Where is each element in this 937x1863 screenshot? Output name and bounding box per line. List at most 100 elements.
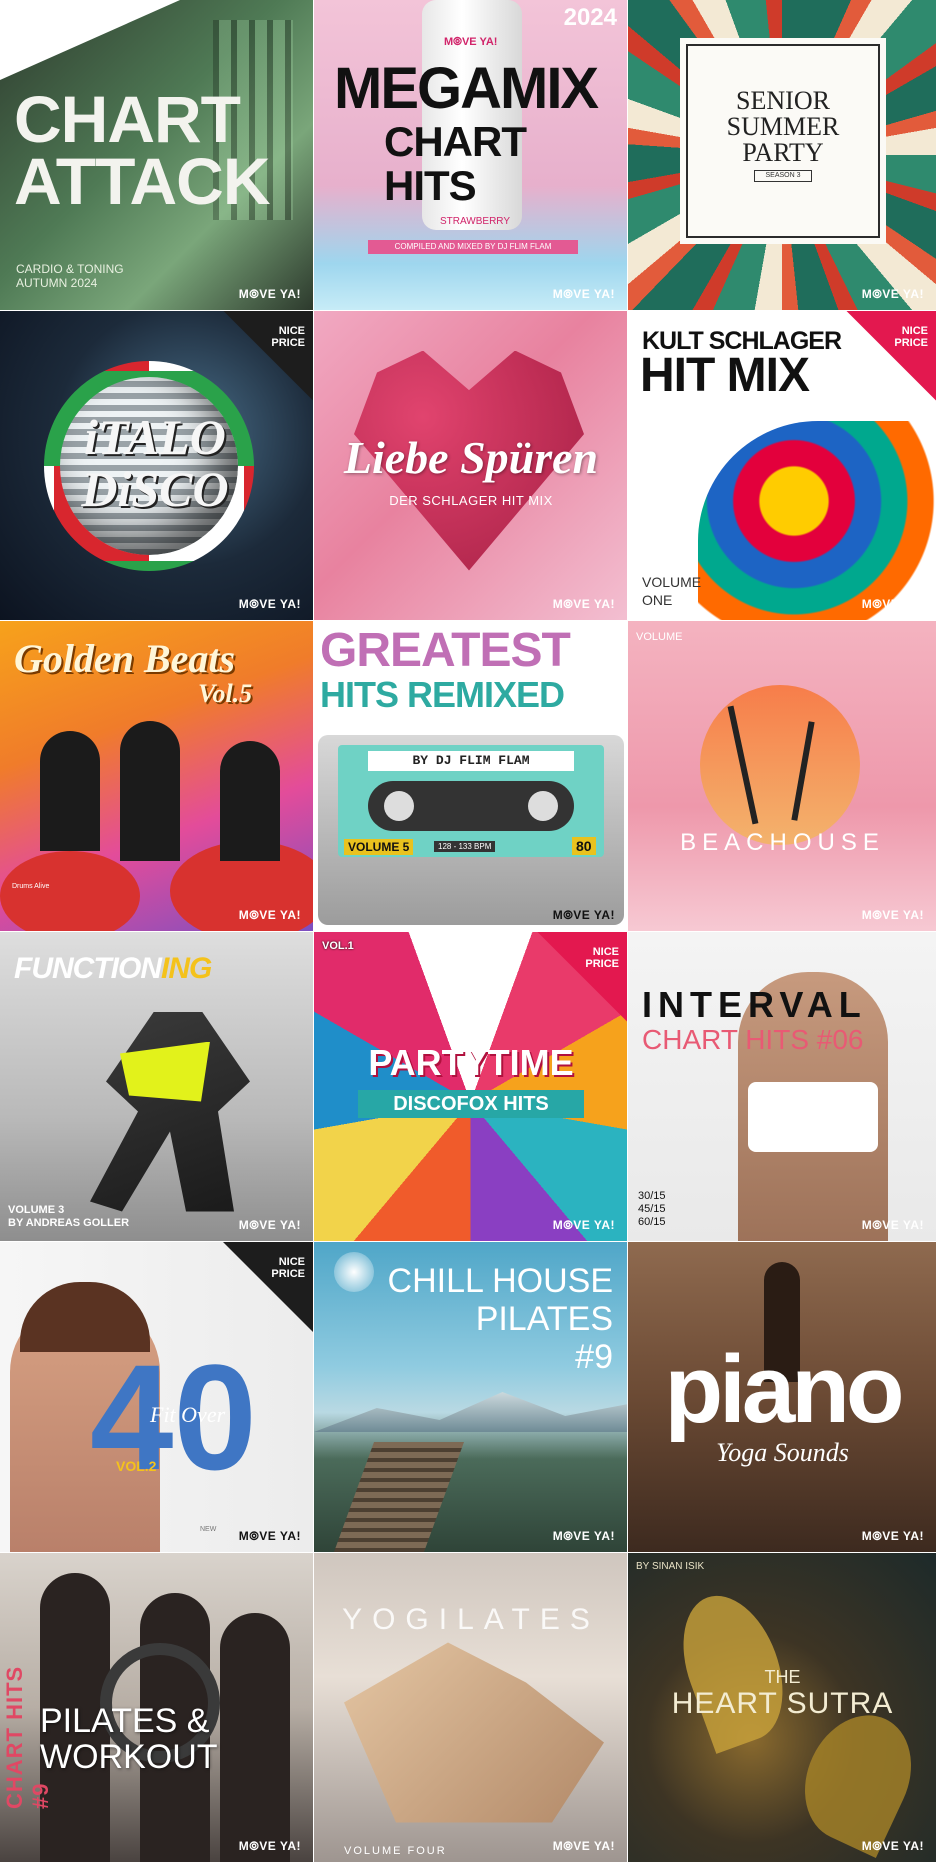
album-subtitle: Yoga Sounds — [716, 1438, 849, 1467]
album-piano-yoga-sounds[interactable]: piano Yoga Sounds M⦾VE YA! — [628, 1242, 937, 1553]
volume-label: VOL.2 — [116, 1458, 157, 1474]
label-logo: M⦾VE YA! — [552, 1528, 615, 1543]
album-golden-beats[interactable]: Golden Beats Vol.5 Drums Alive M⦾VE YA! — [0, 621, 314, 932]
album-greatest-hits-remixed[interactable]: GREATEST HITS REMIXED BY DJ FLIM FLAM VO… — [314, 621, 628, 932]
label-logo: M⦾VE YA! — [238, 1218, 301, 1232]
album-title: BEACHOUSE — [680, 829, 885, 856]
title-line-3: #9 — [575, 1338, 613, 1376]
album-yogilates[interactable]: YOGILATES VOLUME FOUR M⦾VE YA! — [314, 1552, 628, 1863]
title-line-1: INTERVAL — [642, 983, 867, 1025]
volume-line-2: ONE — [642, 591, 673, 608]
person-2 — [120, 721, 180, 861]
title-line-2: HITS REMIXED — [320, 674, 565, 715]
label-logo: M⦾VE YA! — [552, 1218, 615, 1232]
volume-label: VOLUME FOUR — [344, 1844, 447, 1857]
album-pilates-workout[interactable]: CHART HITS #9 PILATES & WORKOUT M⦾VE YA! — [0, 1552, 314, 1863]
album-megamix-chart-hits[interactable]: M⦾VE YA! 2024 MEGAMIX CHART HITS STRAWBE… — [314, 0, 628, 311]
the-label: The — [457, 1019, 485, 1040]
album-functioning[interactable]: FUNCTIONING VOLUME 3 BY ANDREAS GOLLER M… — [0, 931, 314, 1242]
brand-small: NEW — [200, 1526, 217, 1533]
label-logo: M⦾VE YA! — [238, 1528, 301, 1543]
album-title: HEART SUTRA — [671, 1686, 894, 1720]
label-logo: M⦾VE YA! — [552, 286, 615, 301]
album-heart-sutra[interactable]: BY SINAN ISIK THE HEART SUTRA M⦾VE YA! — [628, 1552, 937, 1863]
album-kult-schlager-hit-mix[interactable]: KULT SCHLAGER HIT MIX VOLUME ONE NICE PRI… — [628, 310, 937, 621]
title-line-3: PARTY — [742, 138, 824, 167]
album-grid: CHART ATTACK CARDIO & TONING AUTUMN 2024… — [0, 0, 937, 1863]
stretching-figure — [344, 1642, 604, 1823]
volume-label: VOL.1 — [322, 939, 354, 952]
tape-label: BY DJ FLIM FLAM — [368, 751, 574, 771]
title-line-2: HIT MIX — [640, 348, 810, 402]
mountains — [314, 1392, 627, 1432]
price-label: PRICE — [585, 957, 619, 970]
album-senior-summer-party[interactable]: SENIOR SUMMER PARTY SEASON 3 M⦾VE YA! — [628, 0, 937, 311]
title-line-2: PILATES — [475, 1300, 613, 1338]
title-line-2: ATTACK — [14, 144, 270, 218]
volume-line-1: VOLUME — [642, 573, 702, 590]
corner-cut — [0, 0, 180, 80]
label-logo: M⦾VE YA! — [552, 907, 615, 922]
label-logo: M⦾VE YA! — [238, 1839, 301, 1853]
album-beachouse[interactable]: VOLUME BEACHOUSE M⦾VE YA! — [628, 621, 937, 932]
label-logo: M⦾VE YA! — [552, 1839, 615, 1853]
can-brand: M⦾VE YA! — [444, 36, 498, 48]
album-chart-attack[interactable]: CHART ATTACK CARDIO & TONING AUTUMN 2024… — [0, 0, 314, 311]
album-fit-over-40[interactable]: 40 Fit Over VOL.2 NICE PRICE NEW M⦾VE YA! — [0, 1242, 314, 1553]
nice-price-badge: NICE PRICE — [223, 310, 313, 401]
subtitle-line-2: BY ANDREAS GOLLER — [8, 1216, 130, 1229]
interval-2: 45/15 — [638, 1202, 666, 1215]
title-line-1: MEGAMIX — [334, 56, 599, 121]
year-label: 2024 — [563, 4, 617, 31]
label-logo: M⦾VE YA! — [861, 1218, 924, 1232]
boardwalk — [333, 1442, 465, 1552]
title-line-2: WORKOUT — [40, 1737, 218, 1776]
price-label: PRICE — [894, 336, 928, 349]
interval-3: 60/15 — [638, 1215, 666, 1228]
person-3 — [220, 741, 280, 861]
person-3 — [220, 1612, 290, 1863]
label-logo: M⦾VE YA! — [861, 286, 924, 301]
nice-label: NICE — [278, 1256, 305, 1268]
title-line-2: SUMMER — [726, 112, 840, 141]
label-logo: M⦾VE YA! — [861, 1528, 924, 1543]
price-label: PRICE — [271, 336, 305, 349]
label-logo: M⦾VE YA! — [238, 907, 301, 922]
album-subtitle: DISCOFOX HITS — [358, 1089, 584, 1118]
drum-ball-left — [0, 851, 140, 931]
label-logo: M⦾VE YA! — [861, 597, 924, 611]
athlete-silhouette — [90, 1011, 250, 1212]
subtitle-line-1: CARDIO & TONING — [16, 262, 124, 276]
title-line-1: SENIOR — [736, 86, 830, 115]
label-logo: M⦾VE YA! — [238, 286, 301, 301]
sun-flare — [334, 1252, 374, 1292]
volume-label: VOLUME 5 — [344, 839, 414, 855]
price-label: PRICE — [271, 1268, 305, 1280]
nice-label: NICE — [278, 324, 305, 337]
season-badge: SEASON 3 — [754, 170, 812, 182]
volume-label: VOLUME — [636, 631, 683, 643]
album-italo-disco[interactable]: iTALO DiSCO NICE PRICE M⦾VE YA! — [0, 310, 314, 621]
album-title: Liebe Spüren — [343, 431, 599, 483]
credit-strip: COMPILED AND MIXED BY DJ FLIM FLAM — [368, 240, 578, 254]
title-line-1: CHART — [14, 82, 241, 156]
flavor-label: STRAWBERRY — [440, 216, 511, 227]
album-partytime[interactable]: VOL.1 The PARTYTIME DISCOFOX HITS NICE PR… — [314, 931, 628, 1242]
album-interval-chart-hits[interactable]: INTERVAL CHART HITS #06 30/15 45/15 60/1… — [628, 931, 937, 1242]
artist-label: BY SINAN ISIK — [636, 1560, 705, 1572]
album-subtitle: DER SCHLAGER HIT MIX — [389, 492, 553, 508]
title-part-1: FUNCTION — [14, 951, 162, 985]
album-liebe-spueren[interactable]: Liebe Spüren DER SCHLAGER HIT MIX M⦾VE Y… — [314, 310, 628, 621]
album-chill-house-pilates[interactable]: CHILL HOUSE PILATES #9 M⦾VE YA! — [314, 1242, 628, 1553]
label-logo: M⦾VE YA! — [861, 907, 924, 922]
leaf-2 — [785, 1697, 931, 1858]
title-line-1: Golden Beats — [14, 636, 236, 681]
nice-label: NICE — [901, 324, 928, 337]
title-line-2: Vol.5 — [198, 679, 253, 708]
nice-label: NICE — [592, 945, 619, 958]
subtitle-line-1: VOLUME 3 — [8, 1203, 65, 1216]
abstract-art — [698, 420, 936, 621]
title-line-2: CHART HITS — [384, 118, 527, 209]
badge-label: Drums Alive — [12, 883, 50, 890]
subtitle-line-2: AUTUMN 2024 — [16, 276, 98, 290]
